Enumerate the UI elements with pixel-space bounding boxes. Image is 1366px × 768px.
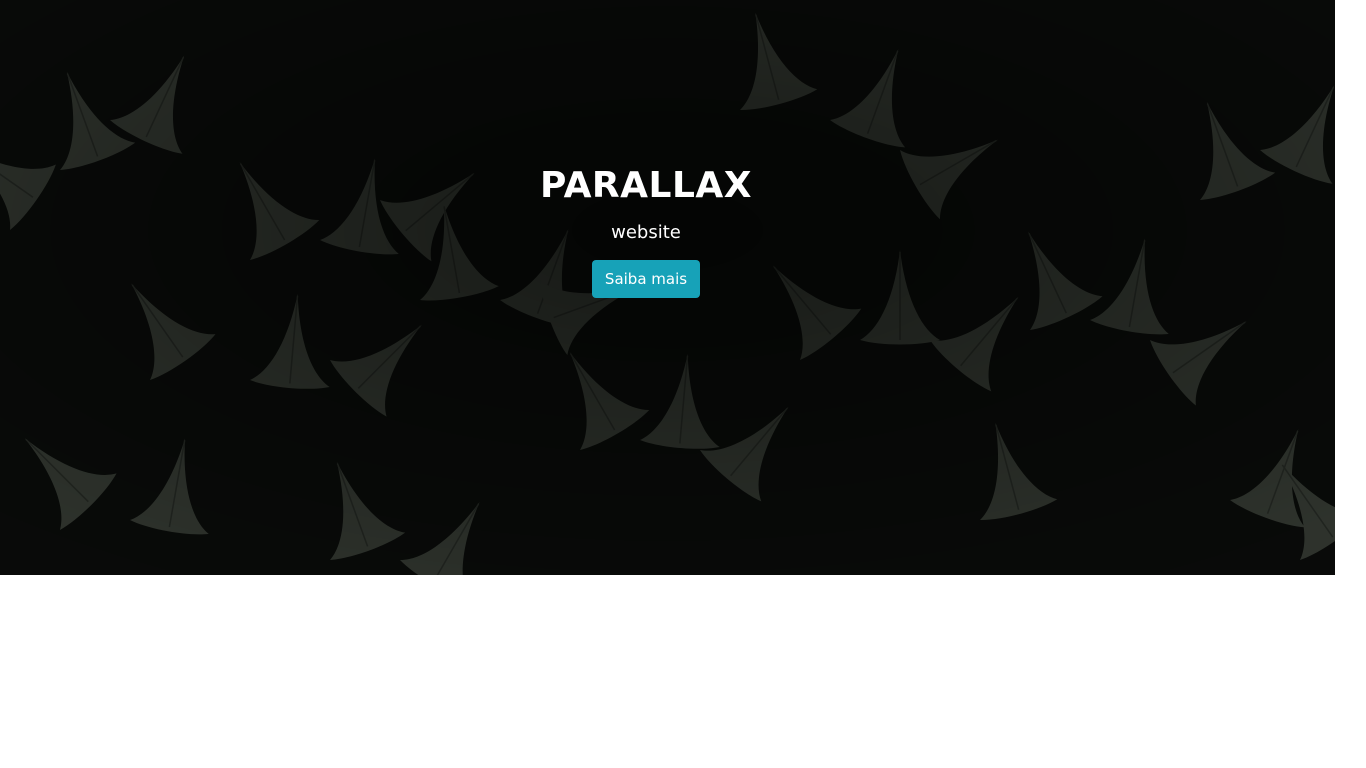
hero-content: PARALLAX website Saiba mais bbox=[0, 160, 1292, 298]
page: PARALLAX website Saiba mais bbox=[0, 0, 1366, 768]
hero-title: PARALLAX bbox=[539, 165, 753, 206]
hero-subtitle: website bbox=[611, 222, 681, 243]
hero-section: PARALLAX website Saiba mais bbox=[0, 0, 1335, 575]
scrollbar[interactable] bbox=[1335, 0, 1366, 768]
saiba-mais-button[interactable]: Saiba mais bbox=[591, 260, 701, 298]
